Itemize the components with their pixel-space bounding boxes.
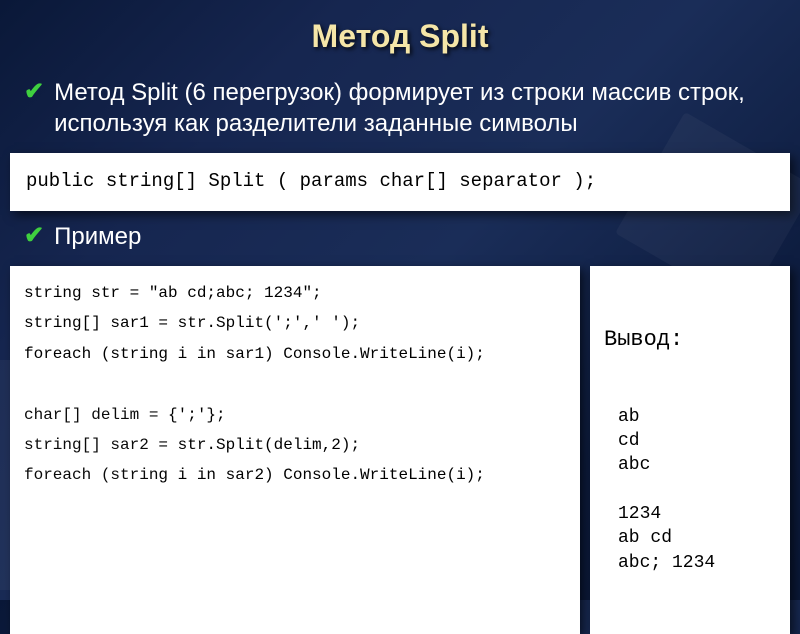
output-lines: ab cd abc 1234 ab cd abc; 1234 bbox=[604, 405, 776, 575]
bullet-text-1: Метод Split (6 перегрузок) формирует из … bbox=[54, 77, 780, 139]
bullet-text-2: Пример bbox=[54, 221, 141, 252]
check-icon: ✔ bbox=[24, 77, 44, 106]
slide-title: Метод Split bbox=[0, 0, 800, 73]
output-box: Вывод: ab cd abc 1234 ab cd abc; 1234 bbox=[590, 266, 790, 634]
check-icon: ✔ bbox=[24, 221, 44, 250]
output-title: Вывод: bbox=[604, 325, 776, 355]
